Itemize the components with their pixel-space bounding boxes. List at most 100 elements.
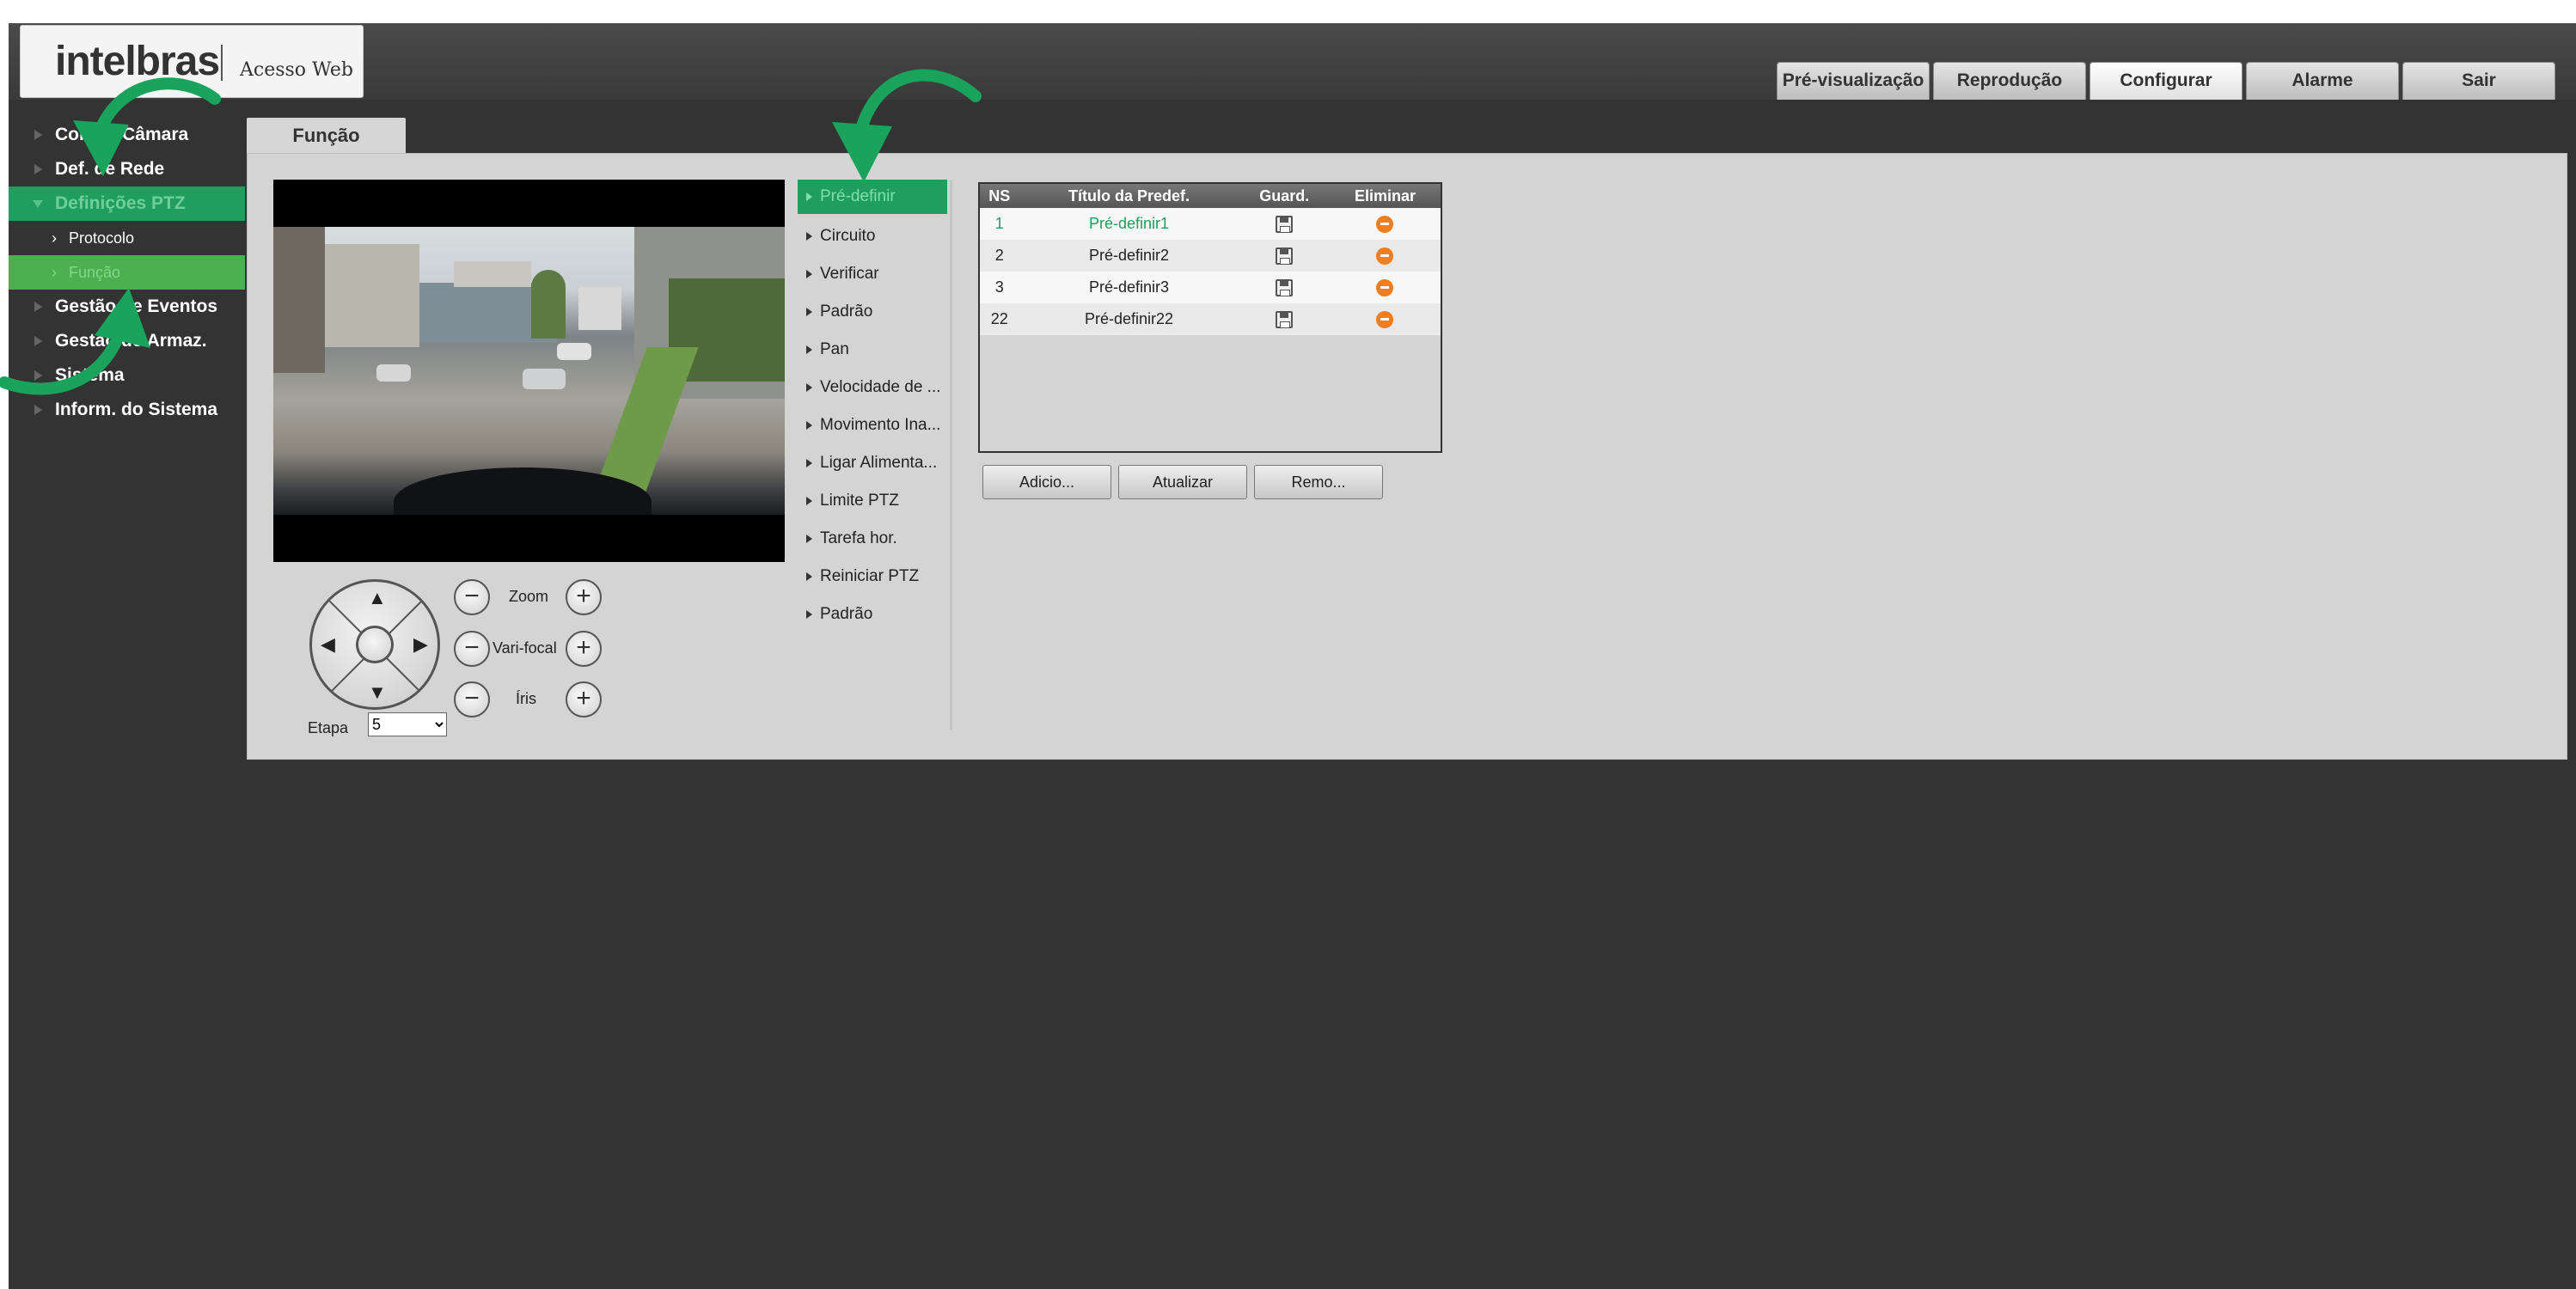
- app-window: intelbras Acesso Web Pré-visualização Re…: [9, 23, 2576, 1289]
- tab-reproducao[interactable]: Reprodução: [1933, 62, 2086, 100]
- function-menu-item[interactable]: Circuito: [798, 217, 947, 255]
- function-menu-item[interactable]: Limite PTZ: [798, 482, 947, 520]
- preset-save-cell: [1239, 240, 1330, 272]
- collapse-triangle-icon: [33, 200, 43, 208]
- sidebar-item-gestao-armaz[interactable]: Gestão de Armaz.: [9, 324, 245, 358]
- triangle-right-icon: [806, 572, 812, 581]
- iris-open-button[interactable]: +: [566, 681, 602, 718]
- function-menu-label: Circuito: [820, 227, 876, 245]
- function-menu-label: Pan: [820, 340, 849, 358]
- sidebar-item-definicoes-ptz[interactable]: Definições PTZ: [9, 186, 245, 221]
- preset-table: NS Título da Predef. Guard. Eliminar 1 Pr…: [980, 184, 1441, 335]
- tab-pre-visualizacao[interactable]: Pré-visualização: [1777, 62, 1930, 100]
- preset-save-cell: [1239, 272, 1330, 303]
- step-label: Etapa: [308, 719, 349, 736]
- preset-ns: 22: [980, 303, 1019, 335]
- logo: intelbras Acesso Web: [20, 25, 364, 98]
- preset-ns: 3: [980, 272, 1019, 303]
- triangle-right-icon: [806, 308, 812, 316]
- tab-sair[interactable]: Sair: [2402, 62, 2555, 100]
- save-icon[interactable]: [1276, 279, 1294, 297]
- save-icon[interactable]: [1276, 311, 1294, 329]
- save-icon[interactable]: [1276, 216, 1294, 234]
- sidebar-item-sistema[interactable]: Sistema: [9, 358, 245, 393]
- save-icon[interactable]: [1276, 247, 1294, 266]
- function-menu-item[interactable]: Pan: [798, 331, 947, 369]
- sidebar-subitem-protocolo[interactable]: › Protocolo: [9, 221, 245, 255]
- focus-far-button[interactable]: +: [566, 631, 602, 667]
- triangle-right-icon: [806, 192, 812, 201]
- add-preset-button[interactable]: Adicio...: [982, 465, 1111, 499]
- triangle-right-icon: [806, 421, 812, 430]
- expand-triangle-icon: [34, 164, 42, 174]
- expand-triangle-icon: [34, 405, 42, 415]
- table-row[interactable]: 2 Pré-definir2: [980, 240, 1441, 272]
- logo-subtitle: Acesso Web: [240, 59, 353, 81]
- preset-ns: 1: [980, 208, 1019, 240]
- column-header-title: Título da Predef.: [1019, 184, 1239, 208]
- function-menu-item[interactable]: Tarefa hor.: [798, 520, 947, 558]
- sidebar-item-def-rede[interactable]: Def. de Rede: [9, 152, 245, 186]
- function-menu-item[interactable]: Verificar: [798, 255, 947, 293]
- remove-button[interactable]: Remo...: [1254, 465, 1383, 499]
- focus-label: Vari-focal: [493, 639, 557, 657]
- sidebar-item-gestao-eventos[interactable]: Gestão de Eventos: [9, 290, 245, 324]
- zoom-in-button[interactable]: +: [566, 579, 602, 615]
- function-menu-label: Tarefa hor.: [820, 529, 897, 547]
- tab-configurar[interactable]: Configurar: [2090, 62, 2243, 100]
- function-menu-item[interactable]: Padrão: [798, 596, 947, 633]
- function-menu-item[interactable]: Ligar Alimenta...: [798, 444, 947, 482]
- iris-close-button[interactable]: −: [454, 681, 490, 718]
- preset-title: Pré-definir22: [1019, 303, 1239, 335]
- content-tab-funcao[interactable]: Função: [247, 118, 406, 154]
- arrow-down-icon[interactable]: ▼: [368, 683, 387, 702]
- sidebar: Config. Câmara Def. de Rede Definições P…: [9, 118, 245, 427]
- table-row[interactable]: 3 Pré-definir3: [980, 272, 1441, 303]
- logo-divider: [221, 45, 223, 81]
- preset-title: Pré-definir3: [1019, 272, 1239, 303]
- table-row[interactable]: 22 Pré-definir22: [980, 303, 1441, 335]
- delete-icon[interactable]: [1376, 247, 1394, 266]
- function-menu-label: Reiniciar PTZ: [820, 567, 920, 585]
- column-header-delete: Eliminar: [1329, 184, 1441, 208]
- arrow-left-icon[interactable]: ◀: [321, 635, 335, 654]
- delete-icon[interactable]: [1376, 216, 1394, 234]
- sidebar-subitem-funcao[interactable]: › Função: [9, 255, 245, 290]
- preset-delete-cell: [1329, 208, 1441, 240]
- function-menu-item[interactable]: Velocidade de ...: [798, 369, 947, 406]
- dpad-center-button[interactable]: [356, 626, 394, 663]
- function-menu: Pré-definir Circuito Verificar Padrão Pan Vel…: [798, 180, 952, 730]
- preset-ns: 2: [980, 240, 1019, 272]
- function-menu-item[interactable]: Padrão: [798, 293, 947, 331]
- chevron-right-icon: ›: [52, 229, 57, 247]
- zoom-out-button[interactable]: −: [454, 579, 490, 615]
- sidebar-item-inform-sistema[interactable]: Inform. do Sistema: [9, 393, 245, 427]
- sidebar-item-label: Def. de Rede: [55, 159, 165, 179]
- function-menu-item[interactable]: Reiniciar PTZ: [798, 558, 947, 596]
- arrow-right-icon[interactable]: ▶: [413, 635, 428, 654]
- triangle-right-icon: [806, 383, 812, 392]
- sidebar-item-label: Inform. do Sistema: [55, 400, 218, 419]
- arrow-up-icon[interactable]: ▲: [368, 589, 387, 608]
- refresh-button[interactable]: Atualizar: [1118, 465, 1247, 499]
- function-menu-item[interactable]: Pré-definir: [798, 180, 947, 214]
- focus-near-button[interactable]: −: [454, 631, 490, 667]
- function-menu-label: Pré-definir: [820, 187, 896, 205]
- sidebar-item-label: Sistema: [55, 365, 125, 385]
- triangle-right-icon: [806, 232, 812, 241]
- table-row[interactable]: 1 Pré-definir1: [980, 208, 1441, 240]
- sidebar-item-config-camara[interactable]: Config. Câmara: [9, 118, 245, 152]
- preset-title: Pré-definir1: [1019, 208, 1239, 240]
- function-menu-label: Limite PTZ: [820, 492, 899, 510]
- function-menu-item[interactable]: Movimento Ina...: [798, 406, 947, 444]
- delete-icon[interactable]: [1376, 311, 1394, 329]
- table-header-row: NS Título da Predef. Guard. Eliminar: [980, 184, 1441, 208]
- preset-table-container: NS Título da Predef. Guard. Eliminar 1 Pr…: [978, 182, 1442, 453]
- preset-save-cell: [1239, 208, 1330, 240]
- tab-alarme[interactable]: Alarme: [2246, 62, 2399, 100]
- preset-title: Pré-definir2: [1019, 240, 1239, 272]
- delete-icon[interactable]: [1376, 279, 1394, 297]
- step-select[interactable]: 12345678: [368, 712, 447, 736]
- column-header-ns: NS: [980, 184, 1019, 208]
- function-menu-label: Movimento Ina...: [820, 416, 941, 434]
